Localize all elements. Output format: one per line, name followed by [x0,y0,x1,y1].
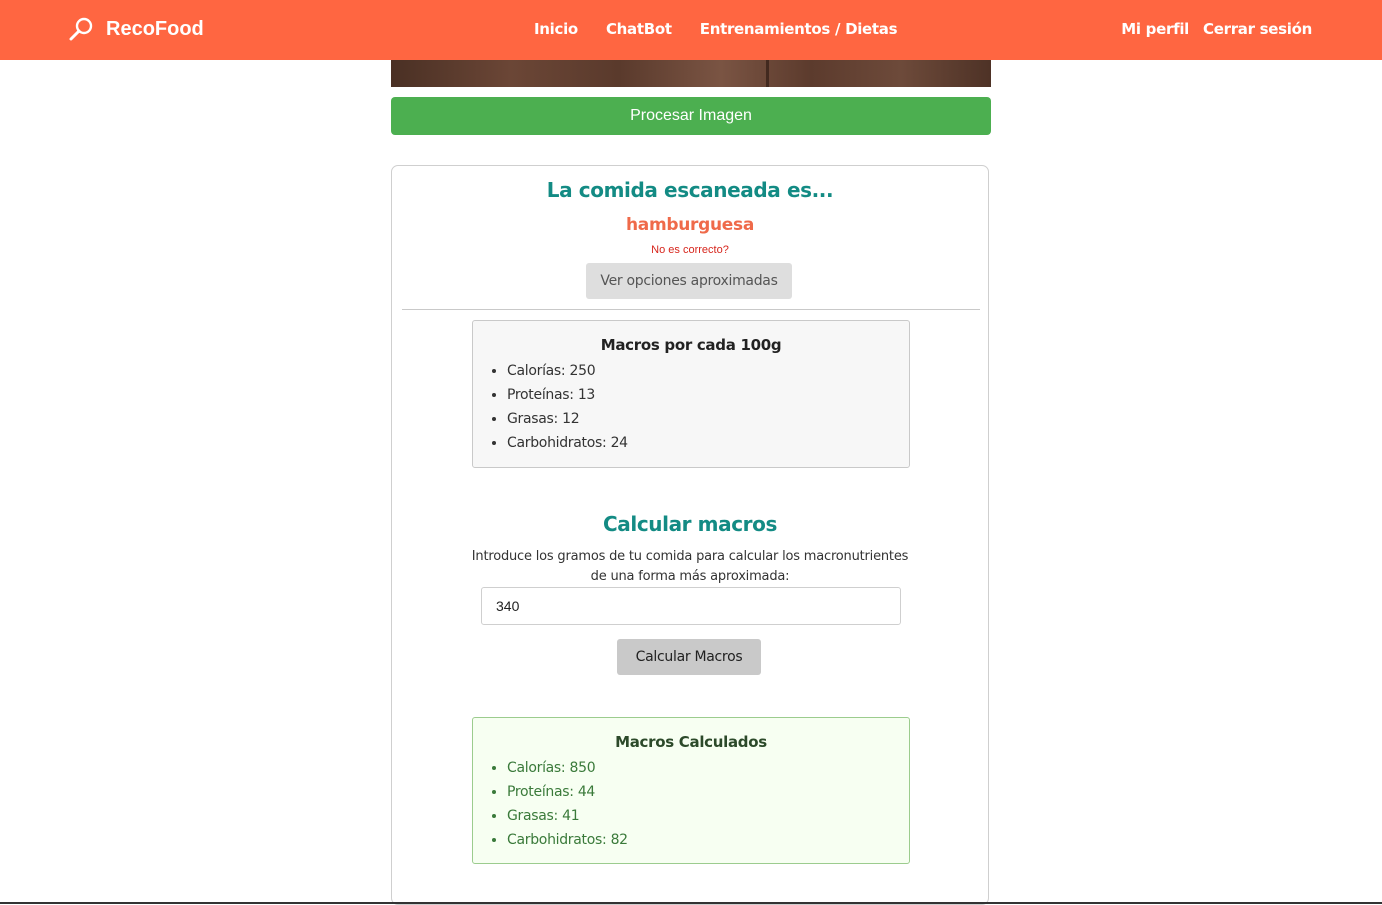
macros-per-100g-box: Macros por cada 100g Calorías: 250 Prote… [472,320,910,468]
calculated-macros-list: Calorías: 850 Proteínas: 44 Grasas: 41 C… [493,756,628,852]
grams-input[interactable] [481,587,901,625]
macros-per-100g-title: Macros por cada 100g [600,336,782,354]
process-image-button[interactable]: Procesar Imagen [391,97,991,135]
nav-link-chatbot[interactable]: ChatBot [606,20,672,38]
calculated-macros-box: Macros Calculados Calorías: 850 Proteína… [472,717,910,864]
result-card: La comida escaneada es... hamburguesa No… [391,165,989,905]
brand-logo-link[interactable]: RecoFood [68,16,204,42]
uploaded-food-image [391,60,991,87]
calculator-description-line1: Introduce los gramos de tu comida para c… [471,549,909,564]
nav-link-logout[interactable]: Cerrar sesión [1203,20,1312,38]
section-divider [402,309,980,310]
main-nav: Inicio ChatBot Entrenamientos / Dietas [534,20,898,38]
view-options-button[interactable]: Ver opciones aproximadas [586,263,792,299]
macro-protein: Proteínas: 13 [507,383,628,407]
nav-link-profile[interactable]: Mi perfil [1121,20,1189,38]
macro-calories: Calorías: 250 [507,359,628,383]
macro-fat: Grasas: 12 [507,407,628,431]
calculator-heading: Calcular macros [602,512,777,536]
calculated-macros-title: Macros Calculados [615,733,767,751]
calc-macro-carbs: Carbohidratos: 82 [507,828,628,852]
not-correct-link[interactable]: No es correcto? [392,244,988,256]
magnifier-icon [68,16,94,42]
detected-food-name: hamburguesa [625,215,755,235]
result-heading: La comida escaneada es... [546,178,834,202]
calculator-description-line2: de una forma más aproximada: [590,569,790,584]
top-navbar: RecoFood Inicio ChatBot Entrenamientos /… [0,0,1382,60]
calc-macro-protein: Proteínas: 44 [507,780,628,804]
brand-name: RecoFood [106,17,204,40]
user-nav: Mi perfil Cerrar sesión [1121,20,1312,38]
calculate-macros-button[interactable]: Calcular Macros [617,639,761,675]
calc-macro-fat: Grasas: 41 [507,804,628,828]
nav-link-entrenamientos[interactable]: Entrenamientos / Dietas [700,20,898,38]
macro-carbs: Carbohidratos: 24 [507,431,628,455]
macros-per-100g-list: Calorías: 250 Proteínas: 13 Grasas: 12 C… [493,359,628,455]
nav-link-inicio[interactable]: Inicio [534,20,578,38]
calc-macro-calories: Calorías: 850 [507,756,628,780]
